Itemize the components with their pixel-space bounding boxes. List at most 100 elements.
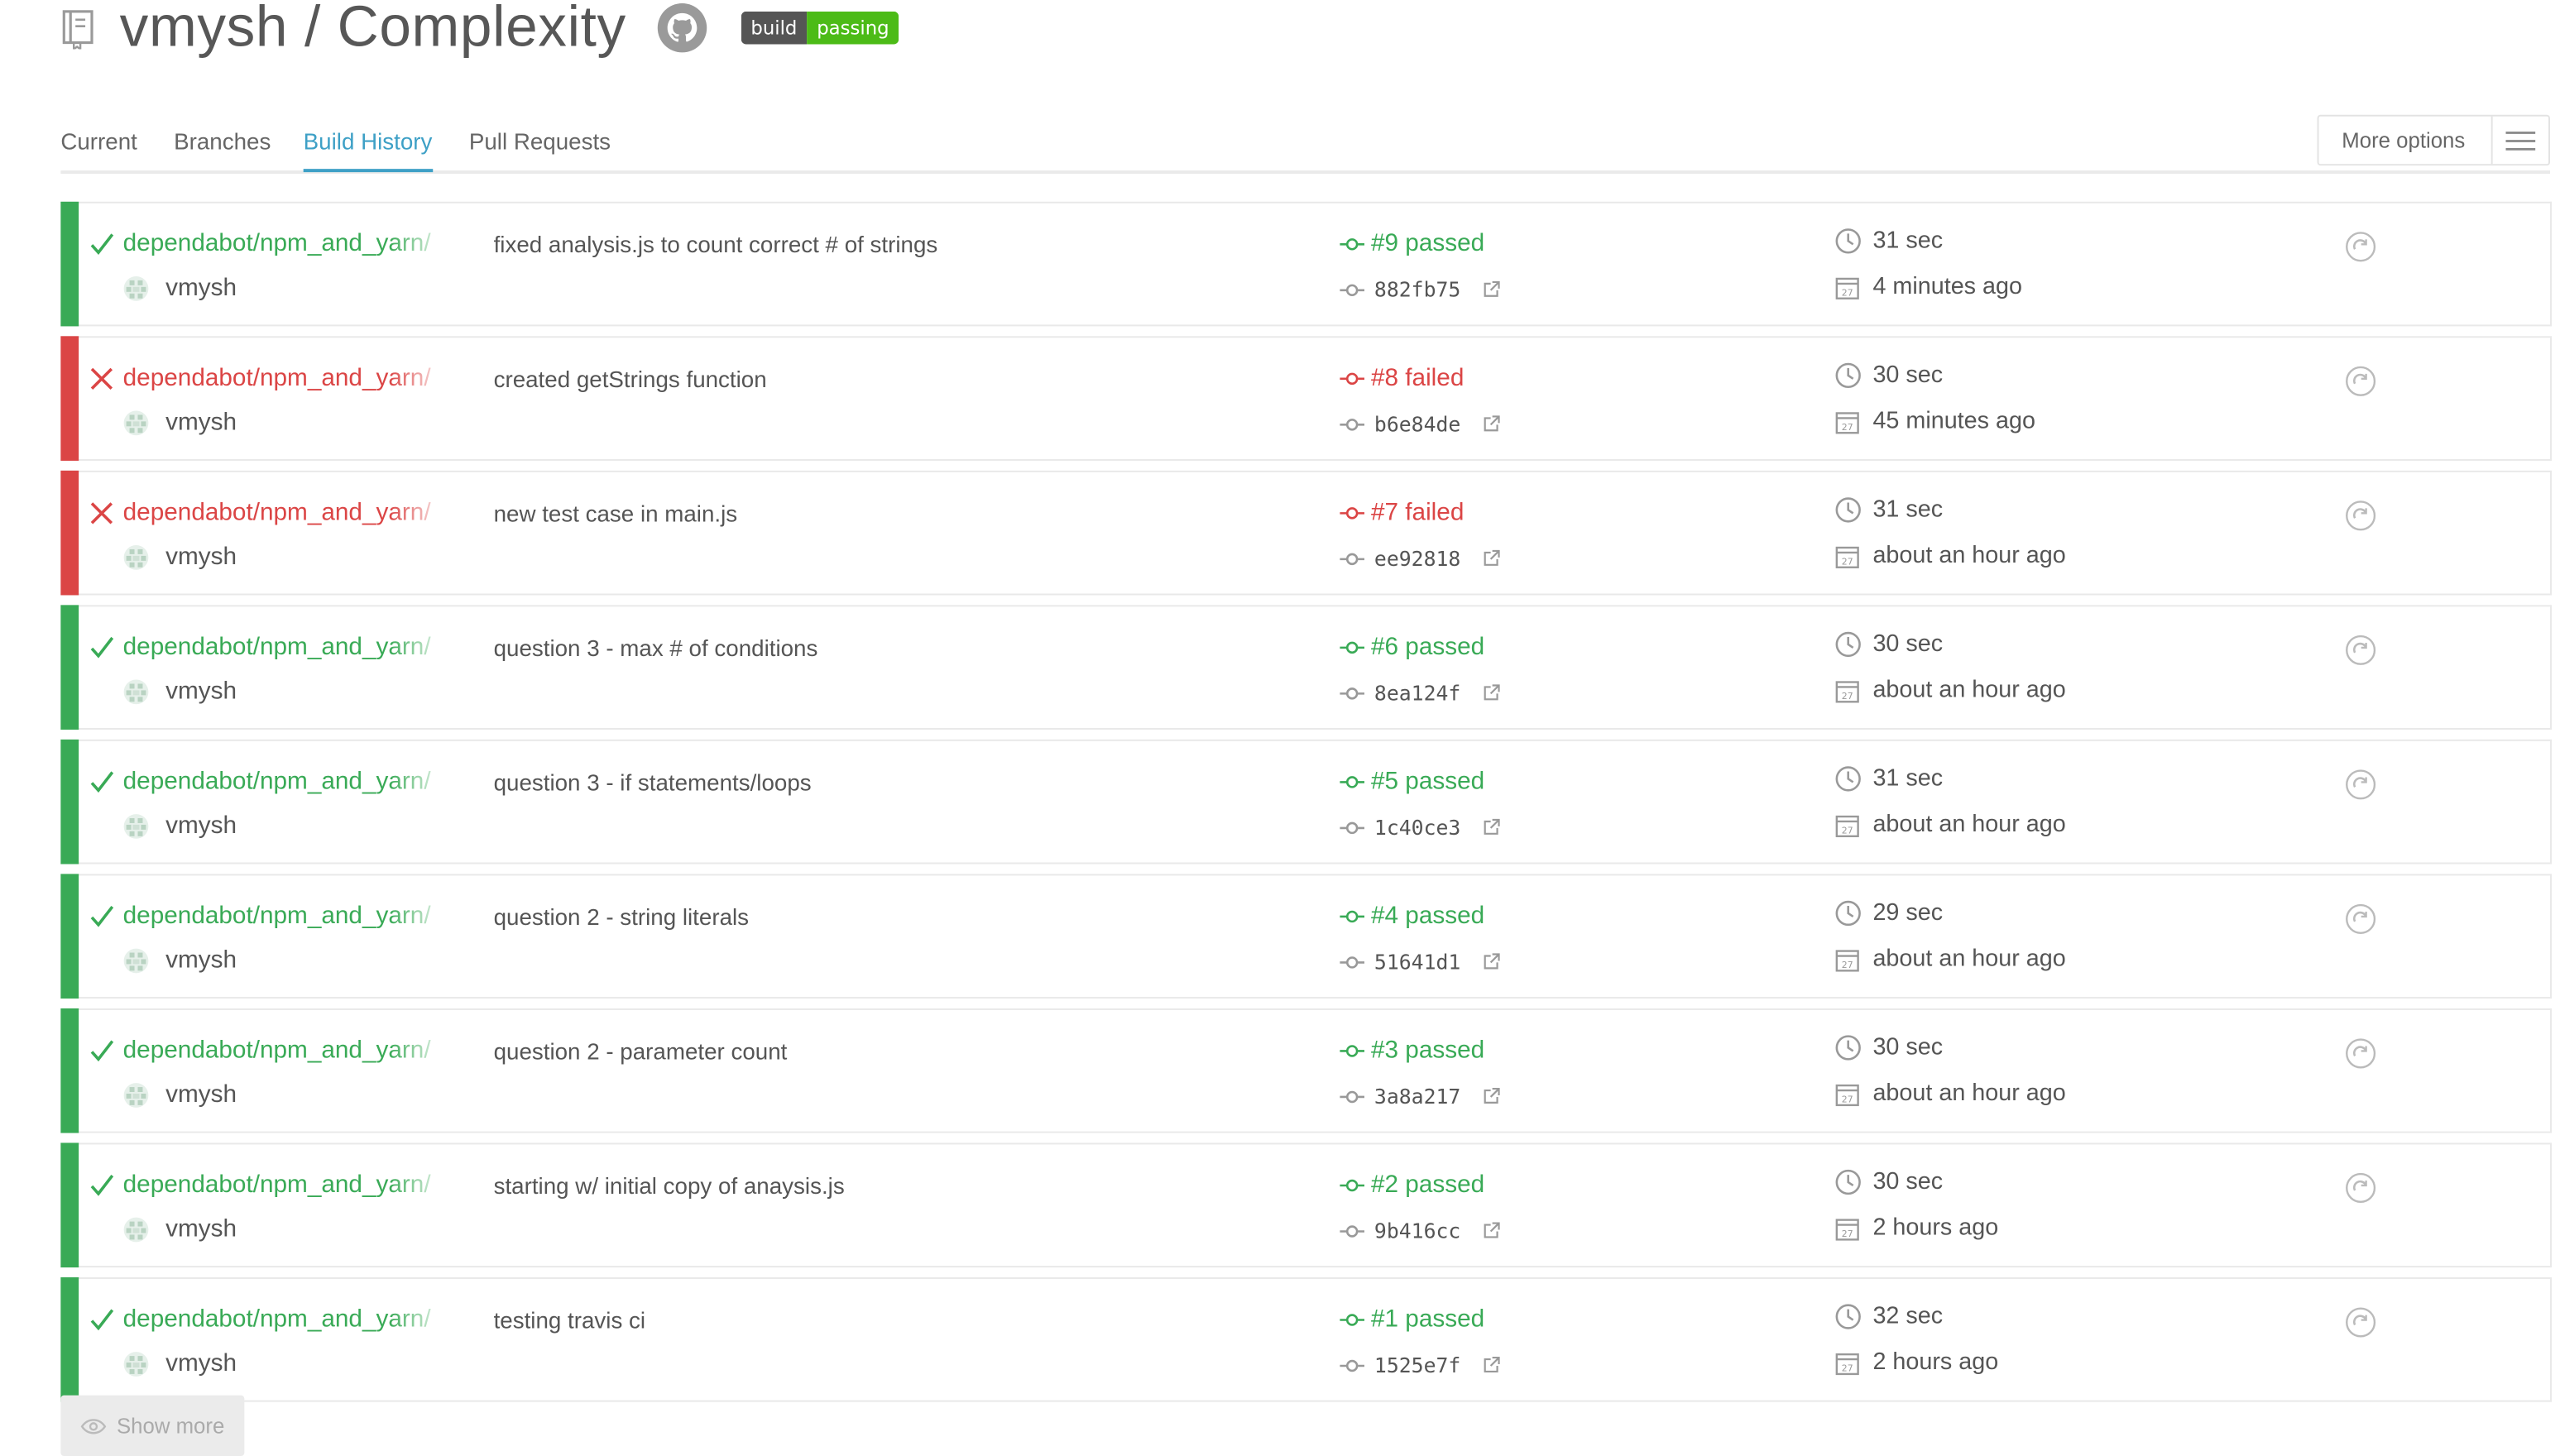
external-link-icon[interactable] [1483, 1222, 1501, 1240]
eye-icon [80, 1418, 107, 1434]
external-link-icon[interactable] [1483, 414, 1501, 433]
branch-name[interactable]: dependabot/npm_and_yarn/ [123, 1037, 448, 1065]
build-row[interactable]: dependabot/npm_and_yarn/ vmysh testing t… [60, 1276, 2552, 1402]
commit-sha[interactable]: 3a8a217 [1374, 1084, 1460, 1109]
show-more-button[interactable]: Show more [60, 1395, 245, 1456]
tab-branches[interactable]: Branches [174, 128, 271, 170]
build-row[interactable]: dependabot/npm_and_yarn/ vmysh fixed ana… [60, 201, 2552, 327]
build-number[interactable]: #6 passed [1371, 633, 1484, 661]
commit-sha[interactable]: 1c40ce3 [1374, 815, 1460, 840]
commit-message: starting w/ initial copy of anaysis.js [493, 1172, 845, 1199]
build-row[interactable]: dependabot/npm_and_yarn/ vmysh new test … [60, 470, 2552, 596]
restart-icon[interactable] [2345, 1172, 2376, 1204]
branch-name[interactable]: dependabot/npm_and_yarn/ [123, 1305, 448, 1334]
build-row[interactable]: dependabot/npm_and_yarn/ vmysh question … [60, 605, 2552, 730]
restart-icon[interactable] [2345, 1307, 2376, 1339]
external-link-icon[interactable] [1483, 280, 1501, 299]
commit-sha[interactable]: 1525e7f [1374, 1353, 1460, 1377]
tab-bar: Current Branches Build History Pull Requ… [60, 125, 2551, 175]
badge-label: build [741, 11, 808, 45]
commit-message: testing travis ci [493, 1306, 646, 1334]
status-stripe [60, 336, 79, 461]
build-row[interactable]: dependabot/npm_and_yarn/ vmysh question … [60, 1008, 2552, 1133]
commit-icon [1340, 821, 1365, 835]
tab-current[interactable]: Current [60, 128, 137, 170]
build-number[interactable]: #9 passed [1371, 229, 1484, 257]
commit-icon [1340, 1314, 1365, 1326]
restart-icon[interactable] [2345, 769, 2376, 801]
commit-icon [1340, 507, 1365, 520]
status-stripe [60, 470, 79, 596]
calendar-icon: 27 [1835, 1084, 1859, 1107]
branch-name[interactable]: dependabot/npm_and_yarn/ [123, 364, 448, 392]
build-number[interactable]: #7 failed [1371, 499, 1464, 527]
branch-name[interactable]: dependabot/npm_and_yarn/ [123, 499, 448, 527]
tab-pull-requests[interactable]: Pull Requests [469, 128, 611, 170]
avatar [123, 1352, 149, 1377]
build-row[interactable]: dependabot/npm_and_yarn/ vmysh question … [60, 874, 2552, 999]
badge-status: passing [807, 11, 899, 45]
commit-icon [1340, 372, 1365, 386]
failed-cross-icon [90, 502, 113, 524]
commit-sha[interactable]: 8ea124f [1374, 681, 1460, 706]
svg-text:27: 27 [1842, 556, 1853, 567]
restart-icon[interactable] [2345, 366, 2376, 397]
restart-icon[interactable] [2345, 635, 2376, 666]
build-status-badge[interactable]: build passing [741, 11, 899, 45]
page: vmysh / Complexity build passing Current… [0, 0, 2560, 1456]
commit-sha[interactable]: ee92818 [1374, 546, 1460, 571]
more-options-button[interactable]: More options [2317, 114, 2551, 166]
failed-cross-icon [90, 367, 113, 390]
commit-icon [1340, 553, 1365, 566]
avatar [123, 1217, 149, 1243]
avatar [123, 545, 149, 570]
avatar [123, 948, 149, 974]
restart-icon[interactable] [2345, 1038, 2376, 1070]
build-number[interactable]: #2 passed [1371, 1171, 1484, 1199]
build-number[interactable]: #8 failed [1371, 364, 1464, 392]
branch-name[interactable]: dependabot/npm_and_yarn/ [123, 229, 448, 257]
external-link-icon[interactable] [1483, 549, 1501, 568]
commit-sha[interactable]: 9b416cc [1374, 1219, 1460, 1243]
build-duration: 32 sec [1872, 1303, 1944, 1330]
author-name: vmysh [165, 946, 237, 975]
passed-check-icon [90, 1175, 114, 1196]
commit-message: created getStrings function [493, 365, 767, 392]
branch-name[interactable]: dependabot/npm_and_yarn/ [123, 768, 448, 796]
passed-check-icon [90, 1309, 114, 1331]
external-link-icon[interactable] [1483, 953, 1501, 971]
external-link-icon[interactable] [1483, 683, 1501, 702]
external-link-icon[interactable] [1483, 1087, 1501, 1105]
restart-icon[interactable] [2345, 500, 2376, 532]
author-name: vmysh [165, 1349, 237, 1377]
commit-sha[interactable]: 882fb75 [1374, 277, 1460, 302]
hamburger-icon[interactable] [2491, 116, 2548, 165]
clock-icon [1835, 1304, 1861, 1329]
branch-name[interactable]: dependabot/npm_and_yarn/ [123, 902, 448, 930]
build-row[interactable]: dependabot/npm_and_yarn/ vmysh starting … [60, 1142, 2552, 1268]
branch-name[interactable]: dependabot/npm_and_yarn/ [123, 1171, 448, 1199]
restart-icon[interactable] [2345, 903, 2376, 935]
build-row[interactable]: dependabot/npm_and_yarn/ vmysh question … [60, 739, 2552, 864]
build-number[interactable]: #4 passed [1371, 902, 1484, 930]
finished-time: 2 hours ago [1872, 1214, 1999, 1242]
avatar [123, 814, 149, 839]
build-duration: 30 sec [1872, 362, 1944, 389]
commit-icon [1340, 1090, 1365, 1104]
commit-sha[interactable]: b6e84de [1374, 411, 1460, 436]
github-icon[interactable] [655, 2, 707, 54]
external-link-icon[interactable] [1483, 818, 1501, 836]
repo-icon [62, 10, 93, 50]
restart-icon[interactable] [2345, 231, 2376, 262]
build-row[interactable]: dependabot/npm_and_yarn/ vmysh created g… [60, 336, 2552, 461]
branch-name[interactable]: dependabot/npm_and_yarn/ [123, 633, 448, 661]
build-number[interactable]: #1 passed [1371, 1305, 1484, 1334]
clock-icon [1835, 631, 1861, 658]
build-number[interactable]: #5 passed [1371, 768, 1484, 796]
commit-icon [1340, 776, 1365, 788]
build-number[interactable]: #3 passed [1371, 1037, 1484, 1065]
tab-build-history[interactable]: Build History [303, 128, 433, 173]
commit-message: question 2 - string literals [493, 903, 750, 930]
external-link-icon[interactable] [1483, 1356, 1501, 1374]
commit-sha[interactable]: 51641d1 [1374, 950, 1460, 975]
